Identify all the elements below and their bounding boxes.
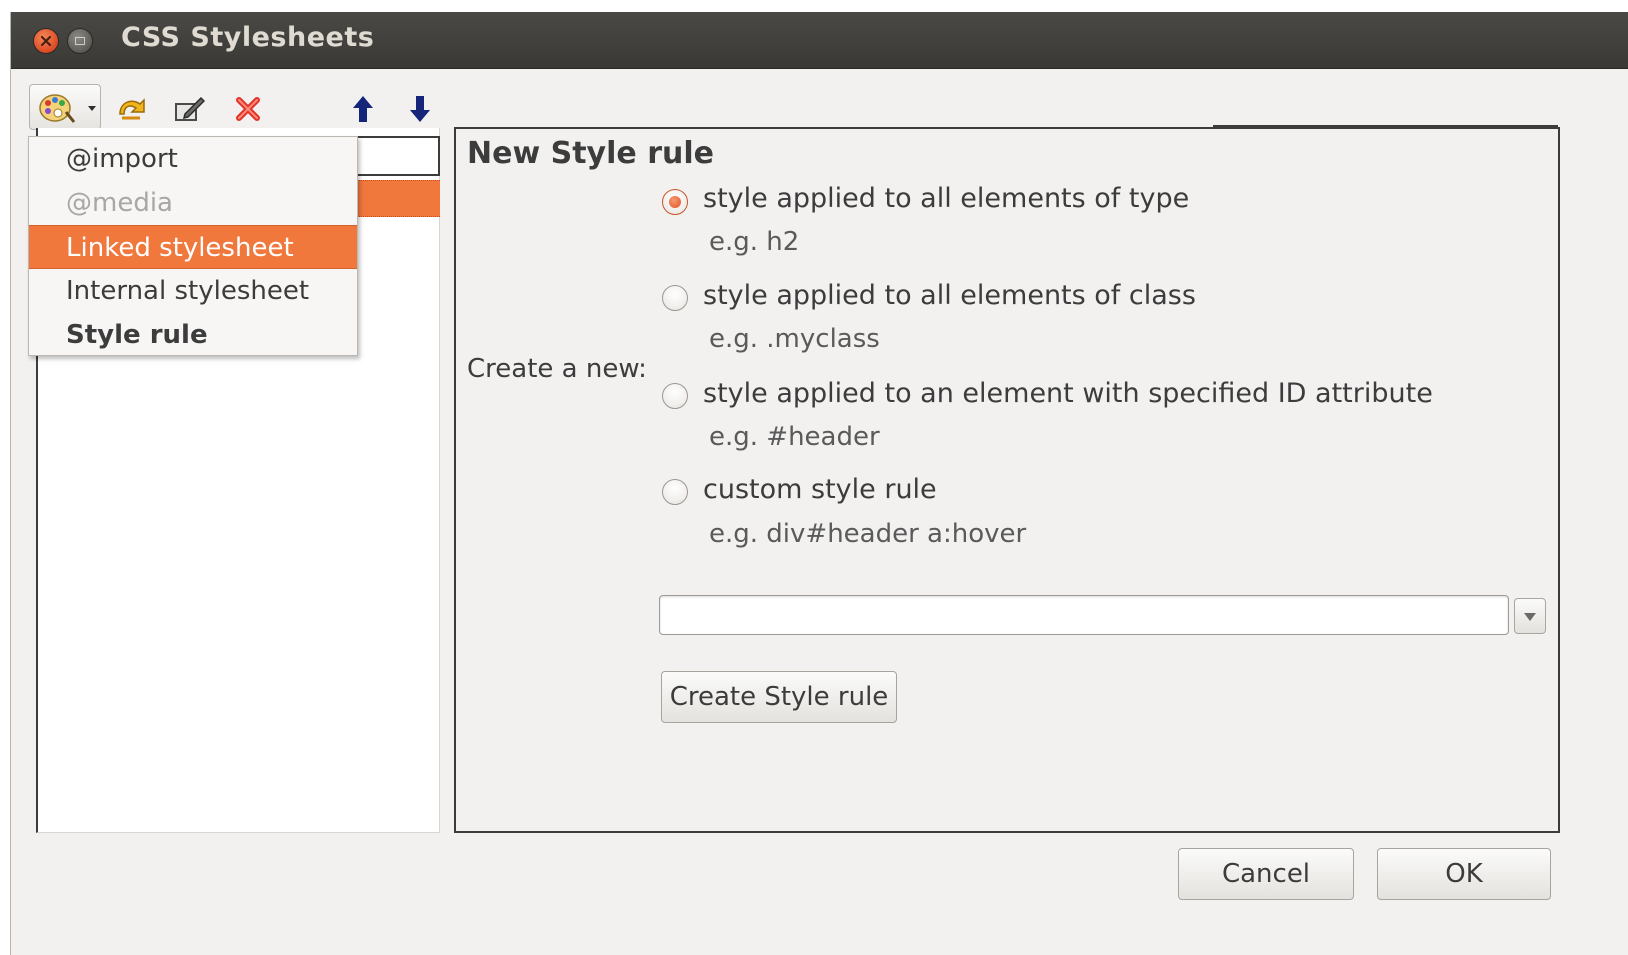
import-arrow-icon[interactable]	[114, 92, 148, 126]
css-stylesheets-dialog: CSS Stylesheets @import @media Linked st…	[10, 12, 1628, 955]
create-style-rule-button[interactable]: Create Style rule	[661, 671, 897, 723]
menu-item-import[interactable]: @import	[29, 137, 357, 181]
window-title: CSS Stylesheets	[121, 22, 375, 53]
edit-icon[interactable]	[171, 92, 205, 126]
create-new-label: Create a new:	[467, 354, 647, 384]
title-bar: CSS Stylesheets	[11, 12, 1628, 69]
radio-id[interactable]	[662, 383, 688, 409]
ok-button[interactable]: OK	[1377, 848, 1551, 900]
close-icon	[40, 35, 52, 47]
maximize-window-button[interactable]	[67, 28, 93, 54]
move-down-icon[interactable]	[403, 92, 437, 126]
menu-item-style-rule[interactable]: Style rule	[29, 313, 357, 357]
maximize-icon	[75, 37, 85, 45]
radio-element-type[interactable]	[662, 189, 688, 215]
chevron-down-icon	[1524, 613, 1536, 621]
selector-input[interactable]	[659, 595, 1509, 635]
radio-class[interactable]	[662, 285, 688, 311]
option-example-custom: e.g. div#header a:hover	[709, 519, 1027, 549]
add-rule-menu: @import @media Linked stylesheet Interna…	[28, 136, 358, 356]
menu-item-media: @media	[66, 188, 173, 218]
option-label-element-type[interactable]: style applied to all elements of type	[703, 183, 1189, 214]
panel-title: New Style rule	[467, 136, 714, 171]
radio-checked-dot	[669, 196, 681, 208]
option-label-custom[interactable]: custom style rule	[703, 474, 937, 505]
option-example-id: e.g. #header	[709, 422, 880, 452]
option-example-class: e.g. .myclass	[709, 324, 880, 354]
palette-add-icon	[39, 94, 76, 123]
radio-custom[interactable]	[662, 479, 688, 505]
add-rule-dropdown-button[interactable]	[29, 84, 101, 130]
menu-item-internal-stylesheet[interactable]: Internal stylesheet	[29, 269, 357, 313]
option-example-element-type: e.g. h2	[709, 227, 800, 257]
option-label-id[interactable]: style applied to an element with specifi…	[703, 378, 1433, 409]
selector-dropdown-button[interactable]	[1514, 598, 1546, 634]
cancel-button[interactable]: Cancel	[1178, 848, 1354, 900]
dropdown-caret-icon	[88, 106, 96, 111]
delete-icon[interactable]	[231, 92, 265, 126]
option-label-class[interactable]: style applied to all elements of class	[703, 280, 1196, 311]
move-up-icon[interactable]	[346, 92, 380, 126]
close-window-button[interactable]	[33, 28, 59, 54]
style-rule-panel	[454, 125, 1560, 833]
panel-border-accent	[1213, 125, 1558, 127]
menu-item-linked-stylesheet[interactable]: Linked stylesheet	[29, 225, 357, 269]
